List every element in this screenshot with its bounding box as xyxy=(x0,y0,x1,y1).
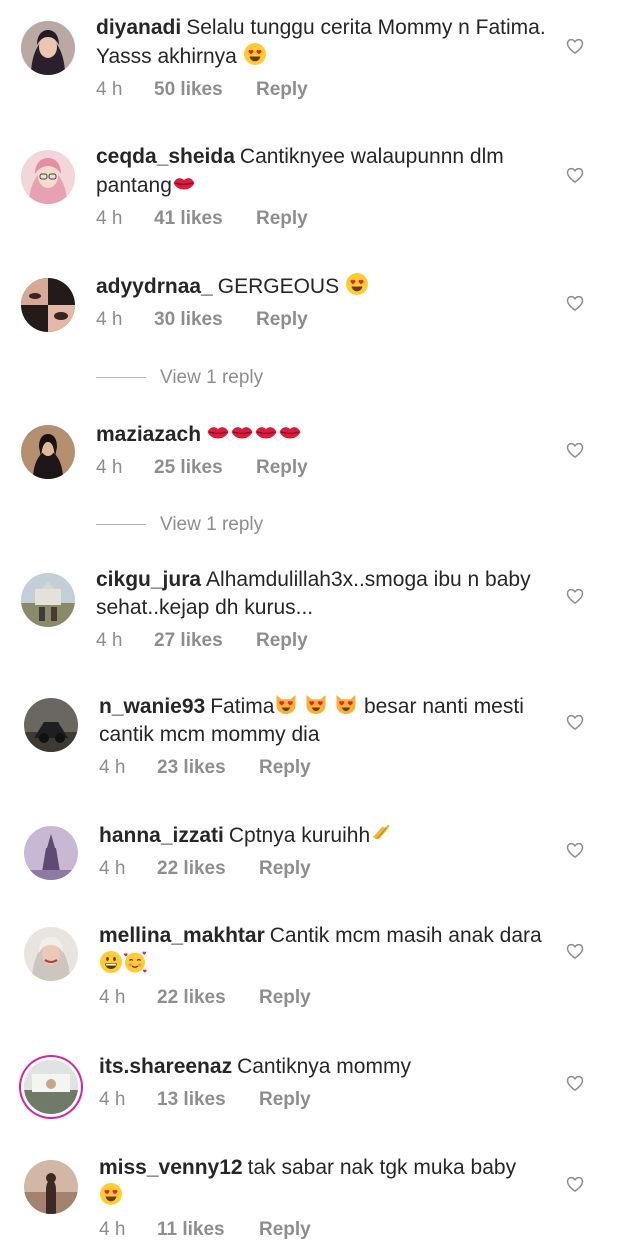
comment-username[interactable]: miss_venny12 xyxy=(99,1156,243,1179)
smiling-face-with-hearts-emoji-icon xyxy=(123,950,147,974)
comment-likes[interactable]: 23 likes xyxy=(157,757,259,779)
reply-button[interactable]: Reply xyxy=(259,1219,311,1241)
comment-likes[interactable]: 11 likes xyxy=(157,1219,259,1241)
comment-likes[interactable]: 27 likes xyxy=(154,630,256,652)
comment-time: 4 h xyxy=(99,858,126,879)
divider-line xyxy=(96,524,146,526)
heart-eyes-cat-emoji-icon xyxy=(274,692,298,716)
view-replies-button[interactable]: View 1 reply xyxy=(96,367,263,389)
comment-body: Cptnya kuruihh xyxy=(228,824,371,847)
comment-time: 4 h xyxy=(96,208,123,229)
comment-username[interactable]: mellina_makhtar xyxy=(99,924,265,947)
avatar[interactable] xyxy=(24,1160,78,1214)
comment-likes[interactable]: 13 likes xyxy=(157,1089,259,1111)
avatar[interactable] xyxy=(21,21,75,75)
avatar[interactable] xyxy=(21,278,75,332)
divider-line xyxy=(96,377,146,379)
clapping-hands-emoji-icon xyxy=(370,821,394,845)
comment-time: 4 h xyxy=(96,457,123,478)
avatar[interactable] xyxy=(24,698,78,752)
reply-button[interactable]: Reply xyxy=(256,309,308,331)
reply-button[interactable]: Reply xyxy=(259,757,311,779)
comment-username[interactable]: diyanadi xyxy=(96,16,181,39)
like-heart-icon[interactable] xyxy=(565,440,585,460)
comment-likes[interactable]: 50 likes xyxy=(154,79,256,101)
comment-text: ceqda_sheida Cantiknyee walaupunnn dlm pa… xyxy=(96,143,549,200)
comment-username[interactable]: maziazach xyxy=(96,423,201,446)
heart-eyes-emoji-icon xyxy=(99,1182,123,1206)
comment-time: 4 h xyxy=(96,309,123,330)
comment-text: diyanadi Selalu tunggu cerita Mommy n Fat… xyxy=(96,14,549,71)
comment-text: mellina_makhtar Cantik mcm masih anak dar… xyxy=(99,922,549,979)
reply-button[interactable]: Reply xyxy=(259,987,311,1009)
like-heart-icon[interactable] xyxy=(565,36,585,56)
like-heart-icon[interactable] xyxy=(565,1174,585,1194)
comment-time: 4 h xyxy=(99,987,126,1008)
reply-button[interactable]: Reply xyxy=(259,1089,311,1111)
kiss-lips-emoji-icon xyxy=(278,420,302,444)
view-replies-label: View 1 reply xyxy=(160,367,264,388)
reply-button[interactable]: Reply xyxy=(256,208,308,230)
kiss-lips-emoji-icon xyxy=(206,420,230,444)
comment-body: Cantik mcm masih anak dara xyxy=(269,924,542,947)
reply-button[interactable]: Reply xyxy=(256,457,308,479)
kiss-lips-emoji-icon xyxy=(254,420,278,444)
like-heart-icon[interactable] xyxy=(565,293,585,313)
comment-username[interactable]: cikgu_jura xyxy=(96,568,201,591)
kiss-lips-emoji-icon xyxy=(172,171,196,195)
grinning-emoji-icon xyxy=(99,950,123,974)
comment-time: 4 h xyxy=(99,1219,126,1240)
comment-username[interactable]: adyydrnaa_ xyxy=(96,275,213,298)
comment-time: 4 h xyxy=(96,79,123,100)
comment-likes[interactable]: 22 likes xyxy=(157,987,259,1009)
comment-time: 4 h xyxy=(99,1089,126,1110)
avatar[interactable] xyxy=(24,927,78,981)
comment-username[interactable]: ceqda_sheida xyxy=(96,145,235,168)
view-replies-button[interactable]: View 1 reply xyxy=(96,514,263,536)
like-heart-icon[interactable] xyxy=(565,941,585,961)
comment-body: tak sabar nak tgk muka baby xyxy=(247,1156,517,1179)
reply-button[interactable]: Reply xyxy=(259,858,311,880)
comment-text: adyydrnaa_ GERGEOUS xyxy=(96,272,549,301)
avatar[interactable] xyxy=(21,150,75,204)
like-heart-icon[interactable] xyxy=(565,1073,585,1093)
kiss-lips-emoji-icon xyxy=(230,420,254,444)
comment-username[interactable]: hanna_izzati xyxy=(99,824,224,847)
heart-eyes-cat-emoji-icon xyxy=(334,692,358,716)
avatar-with-story-ring[interactable] xyxy=(24,1060,78,1114)
like-heart-icon[interactable] xyxy=(565,586,585,606)
comment-body: Cantiknya mommy xyxy=(237,1055,411,1078)
heart-eyes-emoji-icon xyxy=(345,272,369,296)
comment-likes[interactable]: 30 likes xyxy=(154,309,256,331)
comment-body: Fatima xyxy=(210,695,275,718)
comment-text: n_wanie93 Fatima besar nanti mesti cantik… xyxy=(99,692,549,749)
like-heart-icon[interactable] xyxy=(565,840,585,860)
heart-eyes-cat-emoji-icon xyxy=(304,692,328,716)
comment-likes[interactable]: 41 likes xyxy=(154,208,256,230)
avatar[interactable] xyxy=(21,425,75,479)
comment-time: 4 h xyxy=(96,630,123,651)
like-heart-icon[interactable] xyxy=(565,712,585,732)
avatar[interactable] xyxy=(21,573,75,627)
comment-text: hanna_izzati Cptnya kuruihh xyxy=(99,821,549,850)
reply-button[interactable]: Reply xyxy=(256,630,308,652)
comment-text: cikgu_jura Alhamdulillah3x..smoga ibu n b… xyxy=(96,566,549,622)
heart-eyes-emoji-icon xyxy=(243,42,267,66)
avatar[interactable] xyxy=(24,826,78,880)
comment-time: 4 h xyxy=(99,757,126,778)
comment-username[interactable]: its.shareenaz xyxy=(99,1055,232,1078)
reply-button[interactable]: Reply xyxy=(256,79,308,101)
comment-body: GERGEOUS xyxy=(217,275,340,298)
comment-text: maziazach xyxy=(96,420,549,449)
comment-text: miss_venny12 tak sabar nak tgk muka baby xyxy=(99,1154,549,1211)
comment-likes[interactable]: 22 likes xyxy=(157,858,259,880)
comment-text: its.shareenaz Cantiknya mommy xyxy=(99,1053,549,1081)
like-heart-icon[interactable] xyxy=(565,165,585,185)
view-replies-label: View 1 reply xyxy=(160,514,264,535)
comment-username[interactable]: n_wanie93 xyxy=(99,695,205,718)
comment-likes[interactable]: 25 likes xyxy=(154,457,256,479)
